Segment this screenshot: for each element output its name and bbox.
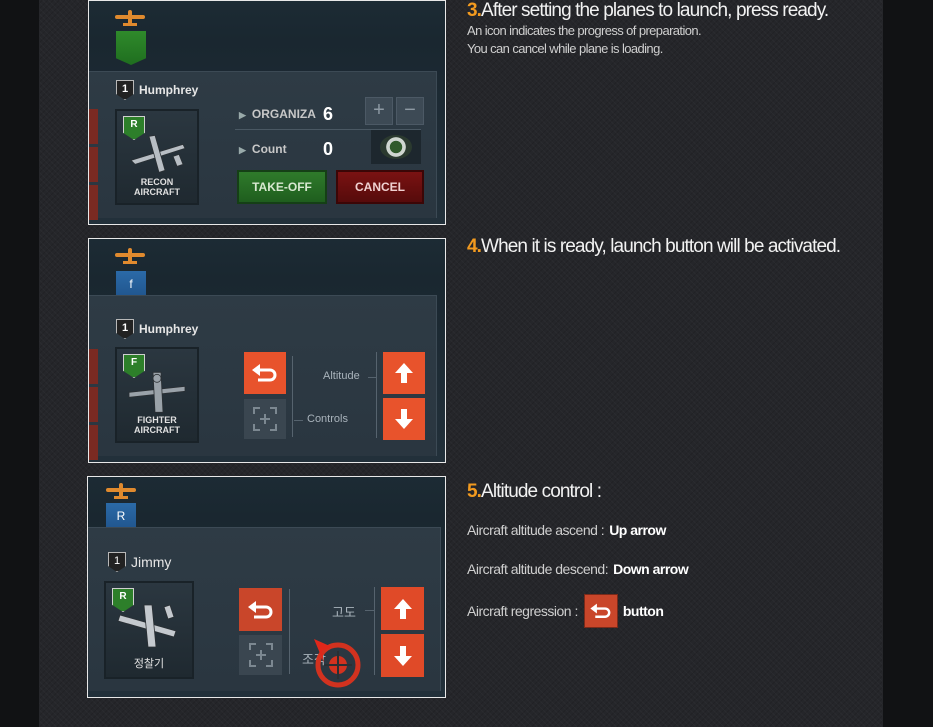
side-tabs[interactable]	[89, 349, 98, 462]
arrow-up-icon	[395, 363, 413, 383]
squadron-flag	[116, 31, 146, 65]
control-bracket	[289, 589, 290, 674]
regression-arrow-icon	[583, 594, 618, 628]
controls-label: Controls	[307, 413, 348, 425]
controls-connector	[294, 420, 303, 421]
take-off-button[interactable]: TAKE-OFF	[237, 170, 327, 204]
organize-value: 6	[323, 104, 334, 124]
return-arrow-icon	[252, 364, 277, 382]
aircraft-image	[128, 371, 186, 413]
arrow-down-icon	[395, 409, 413, 429]
pilot-name: Humphrey	[139, 322, 199, 336]
regression-button[interactable]	[244, 352, 286, 394]
return-arrow-icon	[247, 600, 272, 618]
pilot-name: Humphrey	[139, 83, 199, 97]
rank-badge: 1	[108, 552, 126, 572]
preparation-progress-icon	[371, 130, 421, 164]
step-3: 3.After setting the planes to launch, pr…	[467, 0, 829, 58]
altitude-label: 고도	[332, 605, 356, 620]
aircraft-image	[117, 604, 177, 648]
step-4: 4.When it is ready, launch button will b…	[467, 236, 841, 258]
altitude-up-button[interactable]	[381, 587, 424, 630]
plane-icon	[115, 248, 145, 264]
aircraft-card[interactable]: R RECON AIRCRAFT	[115, 109, 199, 205]
screenshot-prepare: 1 Humphrey R RECON AIRCRAFT ▶ ORGANIZA 6 …	[88, 0, 446, 225]
step-number: 5.	[467, 481, 482, 502]
screenshot-altitude: R 1 Jimmy R 정찰기 고도 조작	[87, 476, 446, 698]
plus-button[interactable]: +	[365, 97, 393, 125]
descend-description: Aircraft altitude descend: Down arrow	[467, 561, 689, 577]
plane-icon	[115, 10, 145, 26]
count-value: 0	[323, 139, 334, 159]
pilot-label: 1 Humphrey	[116, 319, 198, 339]
step-note: You can cancel while plane is loading.	[467, 41, 663, 56]
pilot-label: 1 Jimmy	[108, 552, 171, 572]
altitude-connector	[365, 610, 374, 611]
aircraft-type-label: FIGHTER AIRCRAFT	[134, 415, 180, 435]
crosshair-icon	[253, 407, 277, 431]
step-title: 5.Altitude control :	[467, 481, 602, 503]
step-title: 3.After setting the planes to launch, pr…	[467, 0, 829, 22]
step-number: 3.	[467, 0, 482, 21]
screenshot-ready: f 1 Humphrey F FIGHTER AIRCRAFT Altitude…	[88, 238, 446, 463]
step-title-text: When it is ready, launch button will be …	[481, 236, 841, 257]
aircraft-card[interactable]: F FIGHTER AIRCRAFT	[115, 347, 199, 443]
regression-button[interactable]	[239, 588, 282, 631]
organize-label: ▶ ORGANIZA	[239, 107, 316, 121]
arrow-up-icon	[393, 598, 412, 619]
ascend-description: Aircraft altitude ascend : Up arrow	[467, 522, 666, 538]
side-tabs[interactable]	[89, 109, 98, 223]
pilot-label: 1 Humphrey	[116, 80, 198, 100]
pilot-name: Jimmy	[131, 554, 172, 570]
aircraft-card[interactable]: R 정찰기	[104, 581, 194, 679]
control-bracket	[292, 356, 293, 437]
count-label: ▶ Count	[239, 142, 287, 156]
regression-description: Aircraft regression : button	[467, 594, 664, 628]
step-5: 5.Altitude control :	[467, 481, 602, 503]
altitude-label: Altitude	[323, 370, 360, 382]
rank-badge: 1	[116, 319, 134, 339]
aircraft-image	[130, 134, 186, 173]
step-number: 4.	[467, 236, 482, 257]
altitude-up-button[interactable]	[383, 352, 425, 394]
minus-button[interactable]: −	[396, 97, 424, 125]
altitude-down-button[interactable]	[381, 634, 424, 677]
arrow-down-icon	[393, 645, 412, 666]
arrow-bracket	[374, 587, 375, 675]
crosshair-icon	[248, 643, 273, 667]
step-title: 4.When it is ready, launch button will b…	[467, 236, 841, 258]
step-note: An icon indicates the progress of prepar…	[467, 23, 702, 38]
rank-badge: 1	[116, 80, 134, 100]
launch-target-button[interactable]	[244, 399, 286, 439]
step-title-text: After setting the planes to launch, pres…	[481, 0, 829, 21]
arrow-bracket	[376, 352, 377, 438]
launch-target-button[interactable]	[239, 635, 282, 675]
plane-icon	[106, 483, 136, 499]
altitude-down-button[interactable]	[383, 398, 425, 440]
cursor-target-icon	[310, 637, 366, 689]
cancel-button[interactable]: CANCEL	[336, 170, 424, 204]
step-title-text: Altitude control :	[481, 481, 602, 502]
aircraft-type-label: RECON AIRCRAFT	[134, 177, 180, 197]
aircraft-type-label: 정찰기	[133, 658, 165, 670]
